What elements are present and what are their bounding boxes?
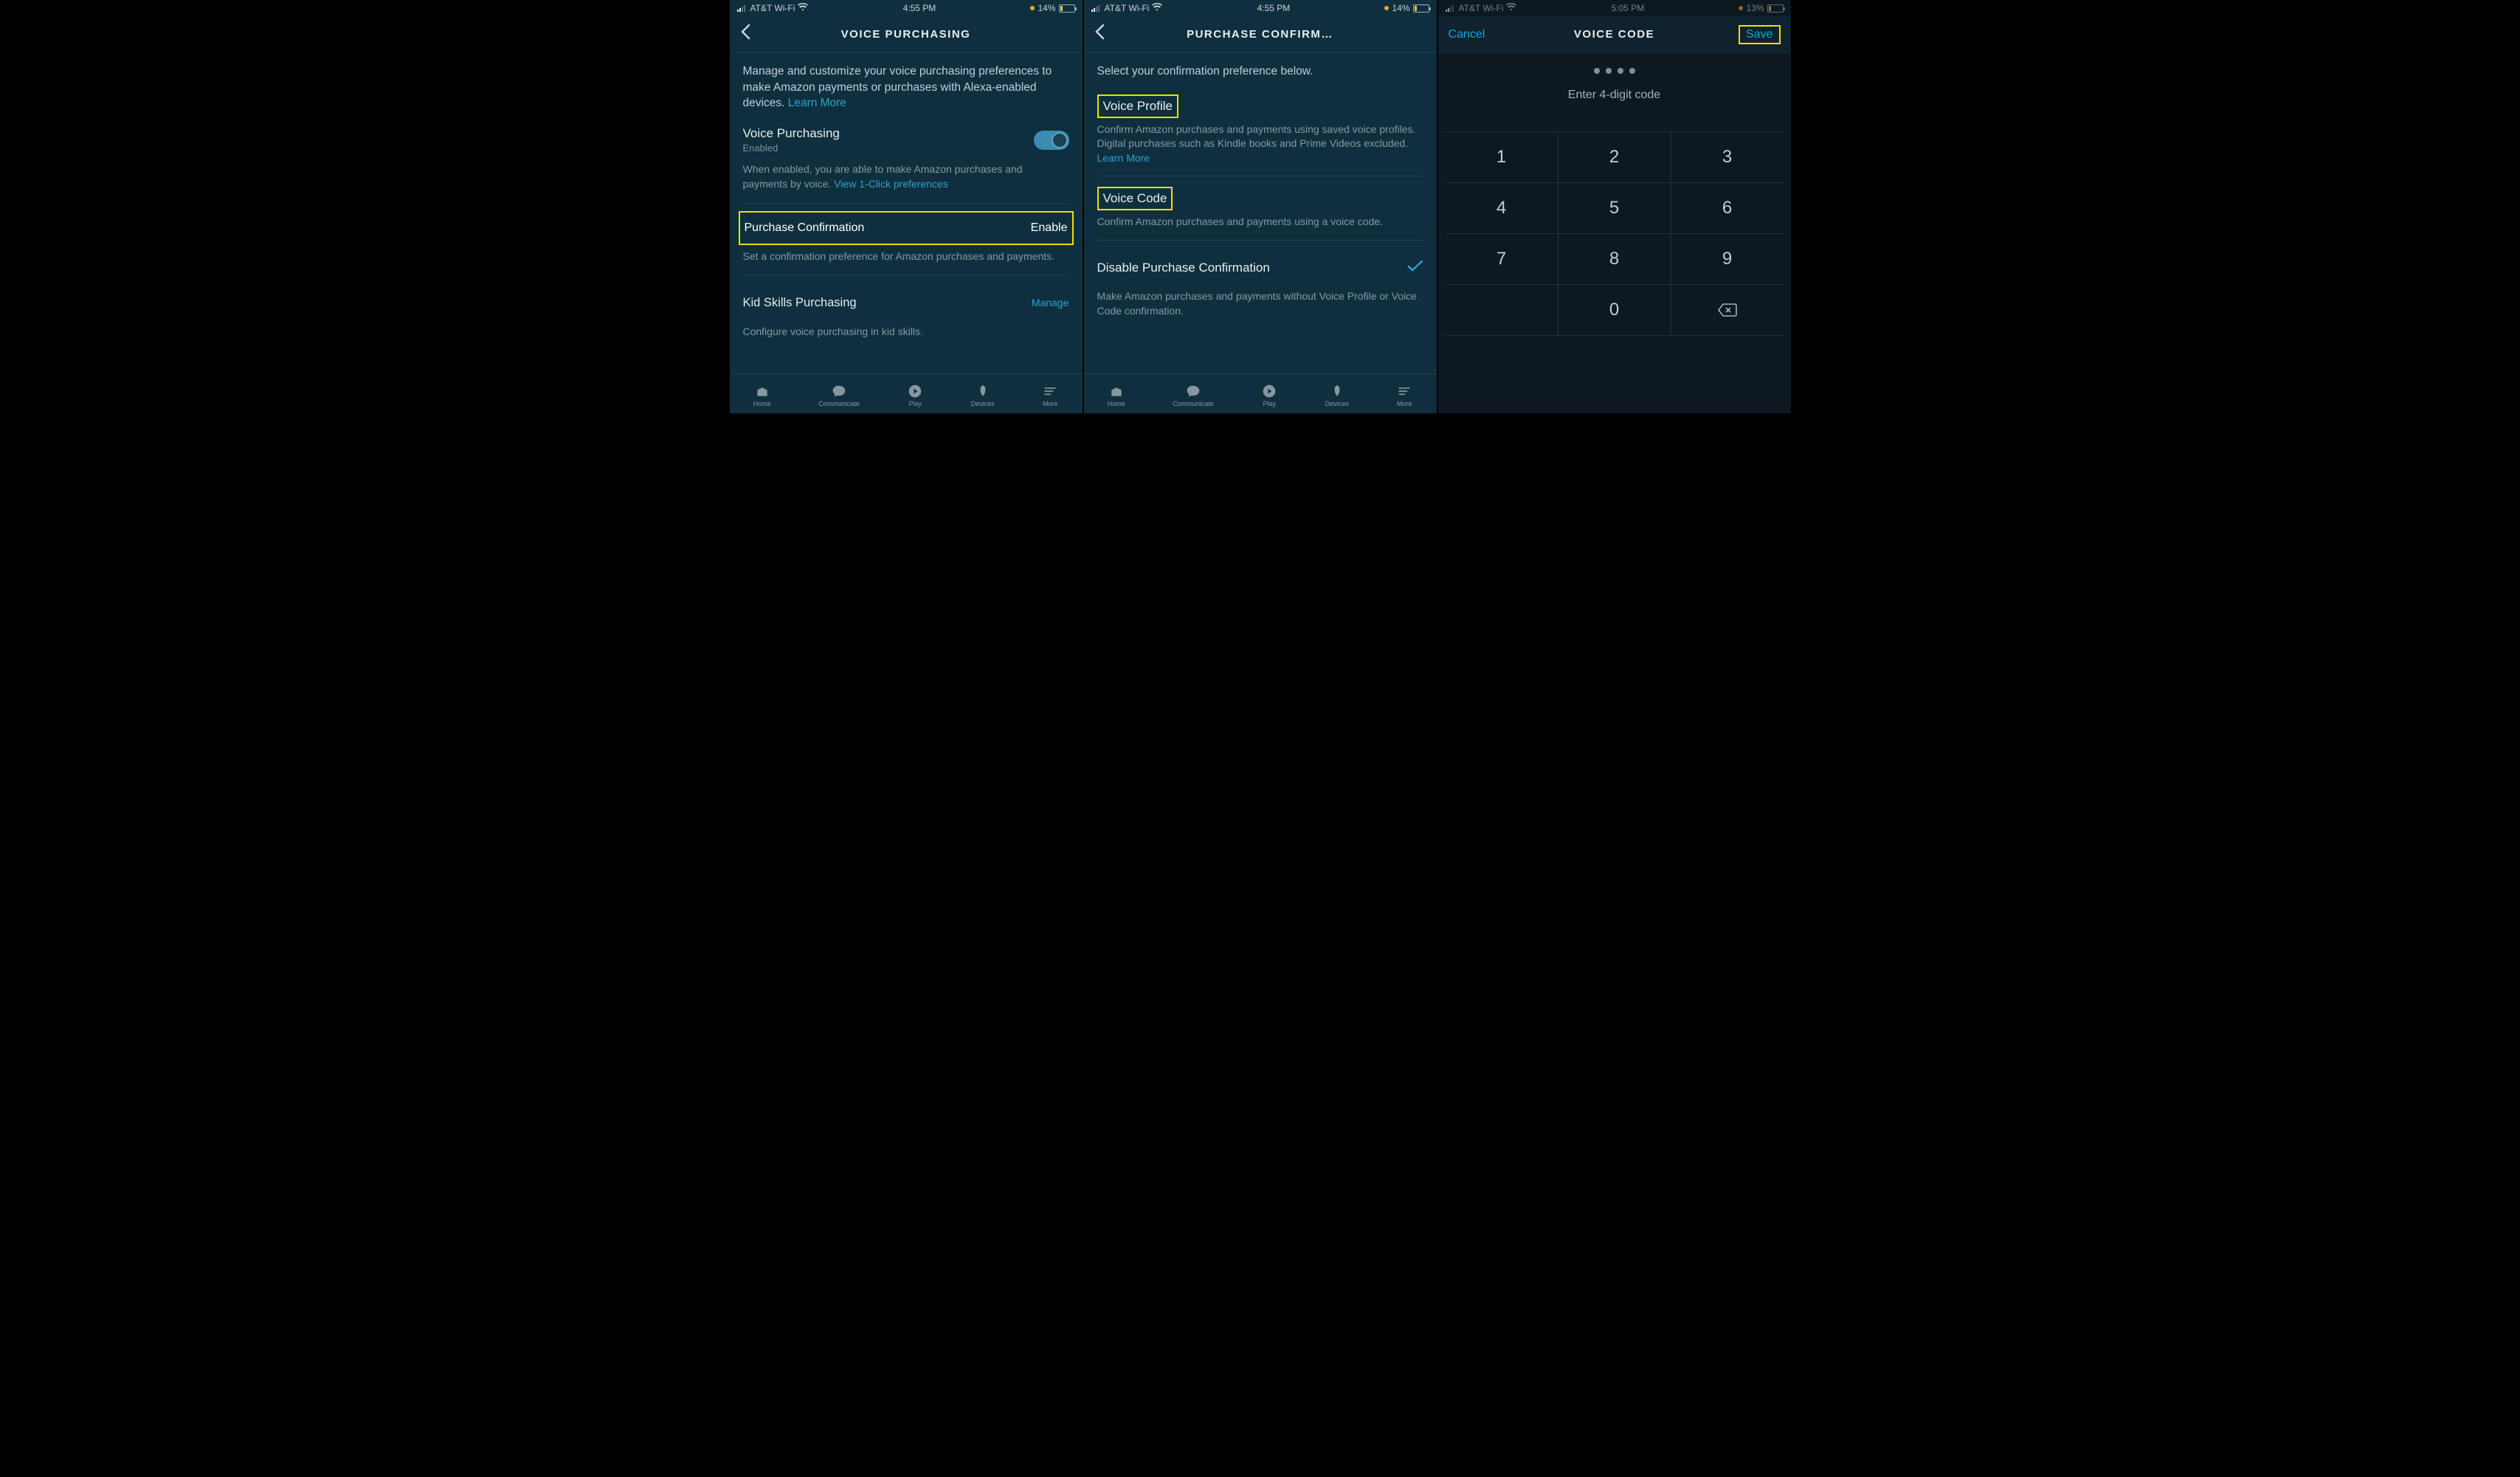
kid-skills-action[interactable]: Manage	[1032, 297, 1069, 309]
page-title: VOICE PURCHASING	[841, 28, 971, 41]
tab-more[interactable]: More	[1042, 384, 1058, 407]
voice-purchasing-toggle[interactable]	[1034, 131, 1069, 150]
battery-icon	[1413, 4, 1429, 13]
key-8[interactable]: 8	[1558, 234, 1671, 284]
statusbar-right: 14%	[1030, 3, 1074, 13]
tab-communicate[interactable]: Communicate	[1173, 384, 1214, 407]
purchase-confirmation-label: Purchase Confirmation	[745, 221, 865, 235]
disable-confirmation-hint: Make Amazon purchases and payments witho…	[1097, 289, 1423, 318]
page-description: Select your confirmation preference belo…	[1097, 63, 1423, 80]
one-click-link[interactable]: View 1-Click preferences	[834, 178, 948, 190]
wifi-icon	[1152, 3, 1162, 13]
recording-indicator-icon	[1384, 6, 1389, 10]
purchase-confirmation-action[interactable]: Enable	[1031, 221, 1068, 235]
voice-code-hint: Confirm Amazon purchases and payments us…	[1097, 215, 1423, 230]
voice-code-label: Voice Code	[1103, 191, 1167, 205]
code-prompt: Enter 4-digit code	[1438, 89, 1791, 102]
key-9[interactable]: 9	[1671, 234, 1784, 284]
tab-play[interactable]: Play	[1261, 384, 1277, 407]
statusbar-time: 5:05 PM	[1612, 3, 1645, 13]
carrier-label: AT&T Wi-Fi	[750, 3, 795, 13]
wifi-icon	[798, 3, 808, 13]
key-3[interactable]: 3	[1671, 132, 1784, 182]
tab-more[interactable]: More	[1396, 384, 1412, 407]
tab-home[interactable]: Home	[1108, 384, 1125, 407]
wifi-icon	[1506, 3, 1516, 13]
voice-purchasing-hint: When enabled, you are able to make Amazo…	[743, 162, 1069, 204]
tab-play[interactable]: Play	[907, 384, 923, 407]
page-title: PURCHASE CONFIRM…	[1187, 28, 1333, 41]
voice-profile-option[interactable]: Voice Profile	[1097, 94, 1423, 118]
recording-indicator-icon	[1030, 6, 1035, 10]
key-6[interactable]: 6	[1671, 183, 1784, 233]
voice-profile-label: Voice Profile	[1103, 99, 1173, 113]
recording-indicator-icon	[1739, 6, 1743, 10]
voice-code-option[interactable]: Voice Code	[1097, 176, 1423, 210]
signal-icon	[737, 4, 748, 12]
learn-more-link[interactable]: Learn More	[1097, 152, 1150, 164]
voice-purchasing-status: Enabled	[743, 142, 840, 154]
tab-devices[interactable]: Devices	[1325, 384, 1349, 407]
tab-devices[interactable]: Devices	[971, 384, 995, 407]
signal-icon	[1446, 4, 1456, 12]
statusbar-right: 14%	[1384, 3, 1429, 13]
key-7[interactable]: 7	[1446, 234, 1558, 284]
statusbar-left: AT&T Wi-Fi	[737, 3, 809, 13]
key-4[interactable]: 4	[1446, 183, 1558, 233]
key-1[interactable]: 1	[1446, 132, 1558, 182]
battery-icon	[1767, 4, 1784, 13]
cancel-button[interactable]: Cancel	[1449, 28, 1485, 41]
key-5[interactable]: 5	[1558, 183, 1671, 233]
statusbar-right: 13%	[1739, 3, 1783, 13]
statusbar-left: AT&T Wi-Fi	[1091, 3, 1163, 13]
battery-icon	[1059, 4, 1075, 13]
purchase-confirmation-hint: Set a confirmation preference for Amazon…	[743, 249, 1069, 275]
battery-percent: 14%	[1392, 3, 1409, 13]
kid-skills-row[interactable]: Kid Skills Purchasing Manage	[743, 286, 1069, 320]
back-button[interactable]	[740, 24, 750, 45]
kid-skills-label: Kid Skills Purchasing	[743, 296, 857, 310]
numeric-keypad: 1 2 3 4 5 6 7 8 9 0	[1438, 131, 1791, 336]
backspace-icon	[1717, 303, 1738, 317]
signal-icon	[1091, 4, 1102, 12]
key-2[interactable]: 2	[1558, 132, 1671, 182]
tab-communicate[interactable]: Communicate	[818, 384, 860, 407]
voice-purchasing-label: Voice Purchasing	[743, 126, 840, 141]
save-button[interactable]: Save	[1739, 25, 1780, 44]
key-blank	[1446, 285, 1558, 335]
carrier-label: AT&T Wi-Fi	[1105, 3, 1150, 13]
back-button[interactable]	[1094, 24, 1105, 45]
battery-percent: 14%	[1038, 3, 1055, 13]
kid-skills-hint: Configure voice purchasing in kid skills…	[743, 325, 1069, 340]
voice-profile-hint: Confirm Amazon purchases and payments us…	[1097, 123, 1423, 166]
battery-percent: 13%	[1746, 3, 1764, 13]
page-description: Manage and customize your voice purchasi…	[743, 63, 1069, 111]
tab-home[interactable]: Home	[753, 384, 771, 407]
key-backspace[interactable]	[1671, 285, 1784, 335]
statusbar-left: AT&T Wi-Fi	[1446, 3, 1517, 13]
key-0[interactable]: 0	[1558, 285, 1671, 335]
code-dots	[1438, 68, 1791, 74]
statusbar-time: 4:55 PM	[1257, 3, 1291, 13]
learn-more-link[interactable]: Learn More	[788, 97, 846, 109]
purchase-confirmation-row[interactable]: Purchase Confirmation Enable	[739, 211, 1074, 245]
statusbar-time: 4:55 PM	[903, 3, 936, 13]
disable-confirmation-option[interactable]: Disable Purchase Confirmation	[1097, 251, 1423, 285]
page-title: VOICE CODE	[1574, 28, 1654, 41]
disable-confirmation-label: Disable Purchase Confirmation	[1097, 261, 1270, 275]
carrier-label: AT&T Wi-Fi	[1459, 3, 1504, 13]
checkmark-icon	[1407, 258, 1423, 278]
